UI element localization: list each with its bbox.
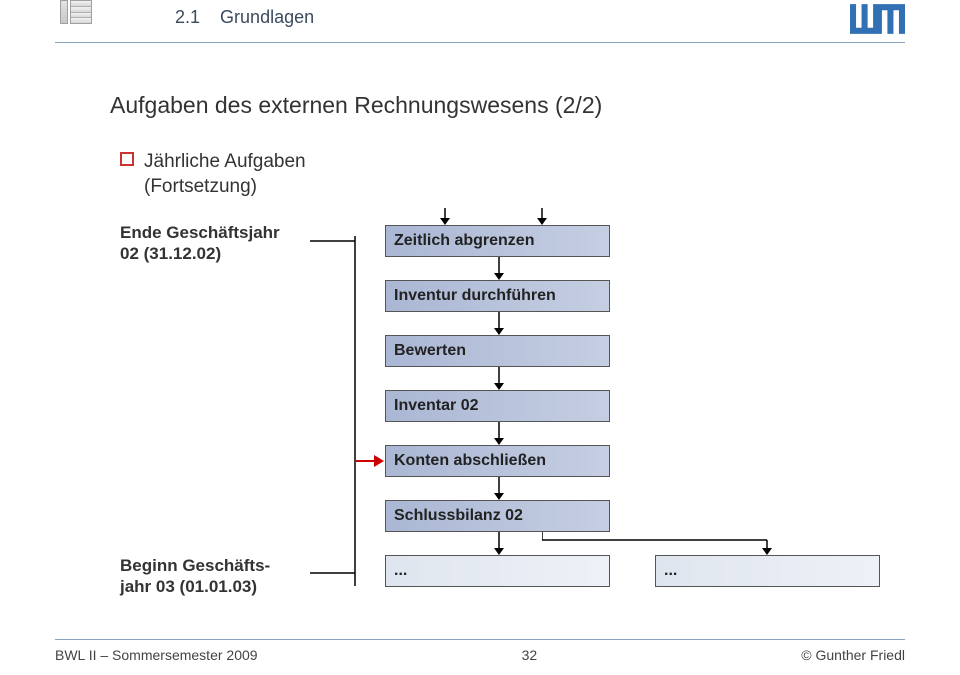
row-label-end-year-02: Ende Geschäftsjahr 02 (31.12.02) (120, 222, 315, 265)
connector-spine (350, 236, 360, 586)
footer-page-number: 32 (522, 647, 538, 663)
arrow-b5-b6 (492, 477, 506, 501)
footer-right: © Gunther Friedl (801, 647, 905, 663)
arrow-b2-b3 (492, 312, 506, 336)
page-header: 2.1 Grundlagen (0, 0, 960, 60)
tum-logo-icon (850, 4, 905, 39)
arrow-into-b1-left (438, 208, 452, 226)
arrow-b1-b2 (492, 257, 506, 281)
connector-label2 (310, 568, 355, 578)
box-ellipsis-left: ... (385, 555, 610, 587)
sidebar-stack-icon (60, 0, 95, 24)
arrow-b4-b5 (492, 422, 506, 446)
section-number: 2.1 (175, 7, 200, 27)
box-inventar-02: Inventar 02 (385, 390, 610, 422)
red-arrow-icon (355, 452, 385, 470)
arrow-b6-b7 (492, 532, 506, 556)
box-zeitlich-abgrenzen: Zeitlich abgrenzen (385, 225, 610, 257)
bullet-item: Jährliche Aufgaben (Fortsetzung) (120, 150, 306, 199)
box-inventur-durchfuehren: Inventur durchführen (385, 280, 610, 312)
footer-left: BWL II – Sommersemester 2009 (55, 647, 258, 663)
box-konten-abschliessen: Konten abschließen (385, 445, 610, 477)
box-bewerten: Bewerten (385, 335, 610, 367)
box-schlussbilanz-02: Schlussbilanz 02 (385, 500, 610, 532)
arrow-b6-b8 (542, 532, 782, 556)
page-footer: BWL II – Sommersemester 2009 32 © Gunthe… (55, 647, 905, 663)
divider-bottom (55, 639, 905, 640)
connector-label1 (310, 236, 355, 246)
square-bullet-icon (120, 152, 134, 166)
breadcrumb: 2.1 Grundlagen (175, 7, 314, 28)
arrow-b3-b4 (492, 367, 506, 391)
page-title: Aufgaben des externen Rechnungswesens (2… (110, 92, 602, 119)
arrow-into-b1-right (535, 208, 549, 226)
row-label-begin-year-03: Beginn Geschäfts- jahr 03 (01.01.03) (120, 555, 315, 598)
box-ellipsis-right: ... (655, 555, 880, 587)
bullet-line-1: Jährliche Aufgaben (144, 150, 306, 175)
bullet-line-2: (Fortsetzung) (144, 175, 306, 200)
section-title: Grundlagen (220, 7, 314, 27)
divider-top (55, 42, 905, 43)
bullet-text: Jährliche Aufgaben (Fortsetzung) (144, 150, 306, 199)
